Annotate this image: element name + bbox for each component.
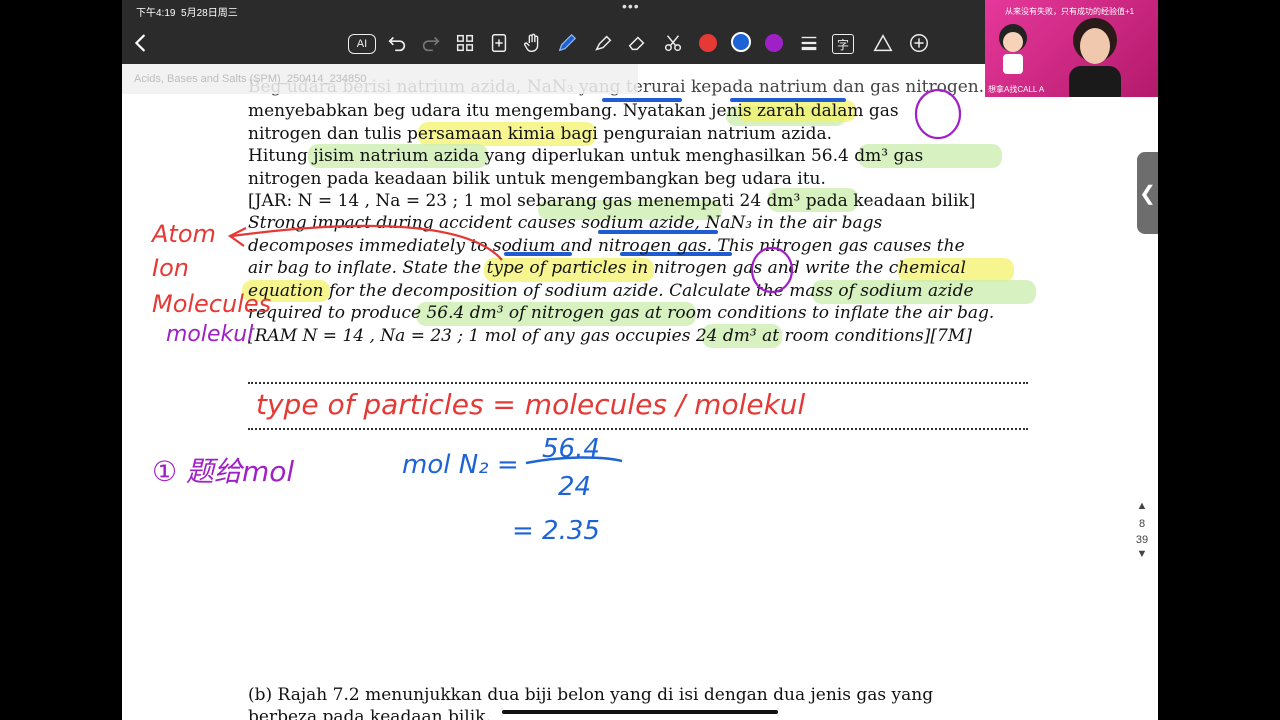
back-chevron-icon[interactable] [128,30,154,56]
part-b-line-1: berbeza pada keadaan bilik. [248,707,491,720]
sidebar-toggle[interactable]: ❮ [1137,152,1158,234]
note-atom: Atom [152,220,216,248]
color-blue-swatch[interactable] [731,32,751,52]
pen-icon[interactable] [554,30,580,56]
status-time: 下午4:19 5月28日周三 [136,8,238,19]
multitask-dots[interactable]: ••• [622,0,640,14]
note-molecules: Molecules [152,290,272,318]
ai-icon[interactable]: AI [348,34,376,54]
file-name: Acids, Bases and Salts (SPM)_250414_2348… [134,73,367,85]
highlighter-icon[interactable] [590,30,616,56]
text-tool-label: 字 [836,37,849,52]
calc-lhs: mol N₂ = [402,450,519,480]
hand-icon[interactable] [520,30,546,56]
cartoon-avatar-icon [999,24,1027,74]
line-weight-icon[interactable] [796,30,822,56]
color-red-swatch[interactable] [699,34,717,52]
calc-result: = 2.35 [512,516,600,546]
home-indicator[interactable] [502,710,778,714]
calc-denominator: 24 [558,472,592,502]
add-icon[interactable] [906,30,932,56]
step-label: ① 题给mol [152,455,295,488]
part-b-line-0: (b) Rajah 7.2 menunjukkan dua biji belon… [248,685,934,705]
answer-line-2 [248,428,1028,430]
page-indicator: ▲ 8 39 ▼ [1122,500,1158,560]
presenter-video [1069,18,1121,97]
text-icon[interactable]: 字 [832,34,854,54]
page-up-icon[interactable]: ▲ [1122,500,1158,512]
scissors-icon[interactable] [660,30,686,56]
document-page[interactable]: Beg udara berisi natrium azida, NaN₃ yan… [122,64,1158,720]
page-down-icon[interactable]: ▼ [1122,548,1158,560]
page-total: 39 [1135,534,1149,546]
undo-icon[interactable] [384,30,410,56]
add-page-icon[interactable] [486,30,512,56]
grid-icon[interactable] [452,30,478,56]
eraser-icon[interactable] [624,30,650,56]
note-molekul: molekul [166,322,254,347]
webcam-cta: 想拿A找CALL A [988,85,1045,94]
page-current: 8 [1138,518,1146,530]
calc-numerator: 56.4 [542,434,600,464]
note-ion: Ion [152,254,189,282]
file-name-banner: Acids, Bases and Salts (SPM)_250414_2348… [122,64,638,94]
ai-label: AI [356,38,368,50]
ipad-screen: 下午4:19 5月28日周三 ••• AI 字 Beg udara berisi… [122,0,1158,720]
answer-particle-type: type of particles = molecules / molekul [256,388,806,421]
color-purple-swatch[interactable] [765,34,783,52]
answer-line-1 [248,382,1028,384]
redo-icon[interactable] [418,30,444,56]
webcam-overlay: 从来没有失败，只有成功的经验值+1 想拿A找CALL A [985,0,1158,97]
chevron-left-icon: ❮ [1139,182,1156,205]
shape-icon[interactable] [870,30,896,56]
